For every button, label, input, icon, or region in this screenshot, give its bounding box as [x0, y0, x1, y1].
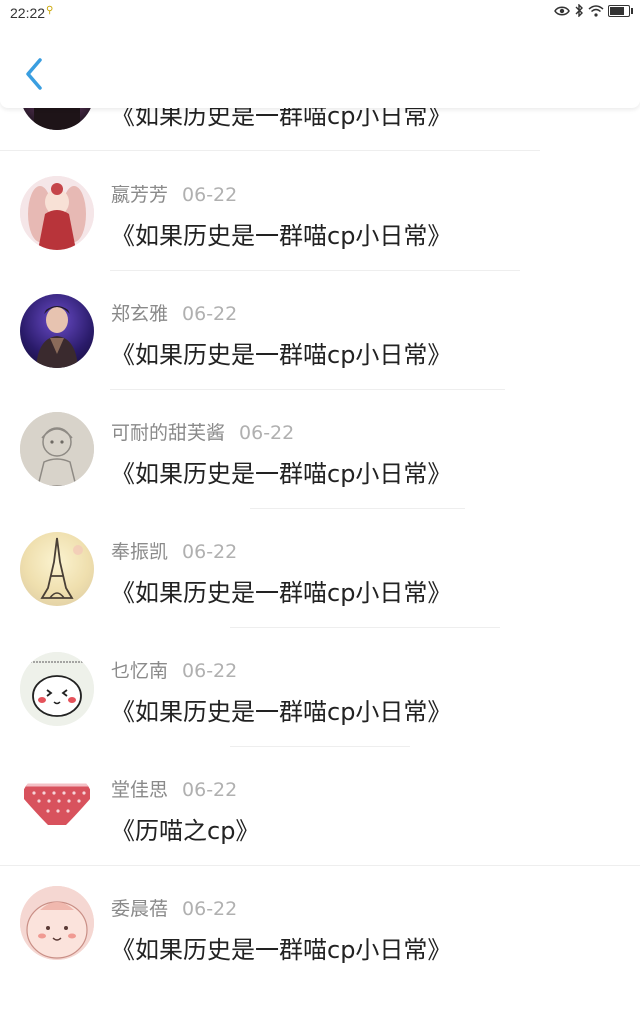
bulb-icon: ⚲ — [46, 5, 54, 16]
divider — [110, 389, 505, 390]
avatar — [20, 294, 94, 368]
comment-title: 《历喵之cp》 — [111, 817, 260, 845]
bluetooth-icon — [575, 4, 583, 17]
battery-icon — [608, 4, 633, 17]
nav-bar — [0, 26, 640, 108]
comment-title: 《如果历史是一群喵cp小日常》 — [111, 460, 452, 488]
user-name[interactable]: 可耐的甜芙酱 — [111, 422, 225, 444]
comment-meta: 可耐的甜芙酱 06-22 — [111, 418, 294, 445]
comment-date: 06-22 — [182, 303, 238, 325]
comment-date: 06-22 — [239, 422, 295, 444]
comment-meta: 委晨蓓 06-22 — [111, 894, 237, 921]
avatar — [20, 652, 94, 726]
status-icons — [554, 4, 633, 17]
avatar — [20, 769, 94, 843]
list-item[interactable]: 郑玄雅 06-22 《如果历史是一群喵cp小日常》 — [0, 294, 640, 417]
comment-date: 06-22 — [182, 541, 238, 563]
avatar — [20, 412, 94, 486]
list-item[interactable]: 可耐的甜芙酱 06-22 《如果历史是一群喵cp小日常》 — [0, 412, 640, 536]
comment-meta: 嬴芳芳 06-22 — [111, 180, 237, 207]
user-name[interactable]: 乜忆南 — [111, 660, 168, 682]
user-name[interactable]: 堂佳思 — [111, 779, 168, 801]
status-time: 22:22 — [10, 5, 46, 21]
divider — [230, 746, 410, 747]
eye-icon — [554, 6, 570, 15]
comment-meta: 乜忆南 06-22 — [111, 656, 237, 683]
comment-title: 《如果历史是一群喵cp小日常》 — [111, 222, 452, 250]
comment-title: 《如果历史是一群喵cp小日常》 — [111, 698, 452, 726]
comment-date: 06-22 — [182, 779, 238, 801]
comment-title: 《如果历史是一群喵cp小日常》 — [111, 579, 452, 607]
list-item[interactable]: 奉振凯 06-22 《如果历史是一群喵cp小日常》 — [0, 532, 640, 655]
avatar — [20, 886, 94, 960]
comment-date: 06-22 — [182, 898, 238, 920]
user-name[interactable]: 委晨蓓 — [111, 898, 168, 920]
divider — [0, 865, 640, 866]
comment-title: 《如果历史是一群喵cp小日常》 — [111, 341, 452, 369]
comment-meta: 奉振凯 06-22 — [111, 537, 237, 564]
list-item[interactable]: 委晨蓓 06-22 《如果历史是一群喵cp小日常》 — [0, 886, 640, 1012]
chevron-left-icon[interactable] — [18, 54, 50, 94]
user-name[interactable]: 郑玄雅 — [111, 303, 168, 325]
avatar — [20, 176, 94, 250]
status-bar: 22:22 ⚲ — [0, 0, 640, 26]
comment-date: 06-22 — [182, 660, 238, 682]
comment-title: 《如果历史是一群喵cp小日常》 — [111, 936, 452, 964]
comment-meta: 郑玄雅 06-22 — [111, 299, 237, 326]
comment-meta: 堂佳思 06-22 — [111, 775, 237, 802]
list-item[interactable]: 嬴芳芳 06-22 《如果历史是一群喵cp小日常》 — [0, 176, 640, 298]
divider — [0, 150, 540, 151]
list-item[interactable]: 堂佳思 06-22 《历喵之cp》 — [0, 769, 640, 893]
user-name[interactable]: 奉振凯 — [111, 541, 168, 563]
avatar — [20, 532, 94, 606]
wifi-icon — [588, 4, 604, 17]
divider — [250, 508, 465, 509]
divider — [230, 627, 500, 628]
comment-date: 06-22 — [182, 184, 238, 206]
divider — [110, 270, 520, 271]
list-item[interactable]: 乜忆南 06-22 《如果历史是一群喵cp小日常》 — [0, 652, 640, 774]
user-name[interactable]: 嬴芳芳 — [111, 184, 168, 206]
